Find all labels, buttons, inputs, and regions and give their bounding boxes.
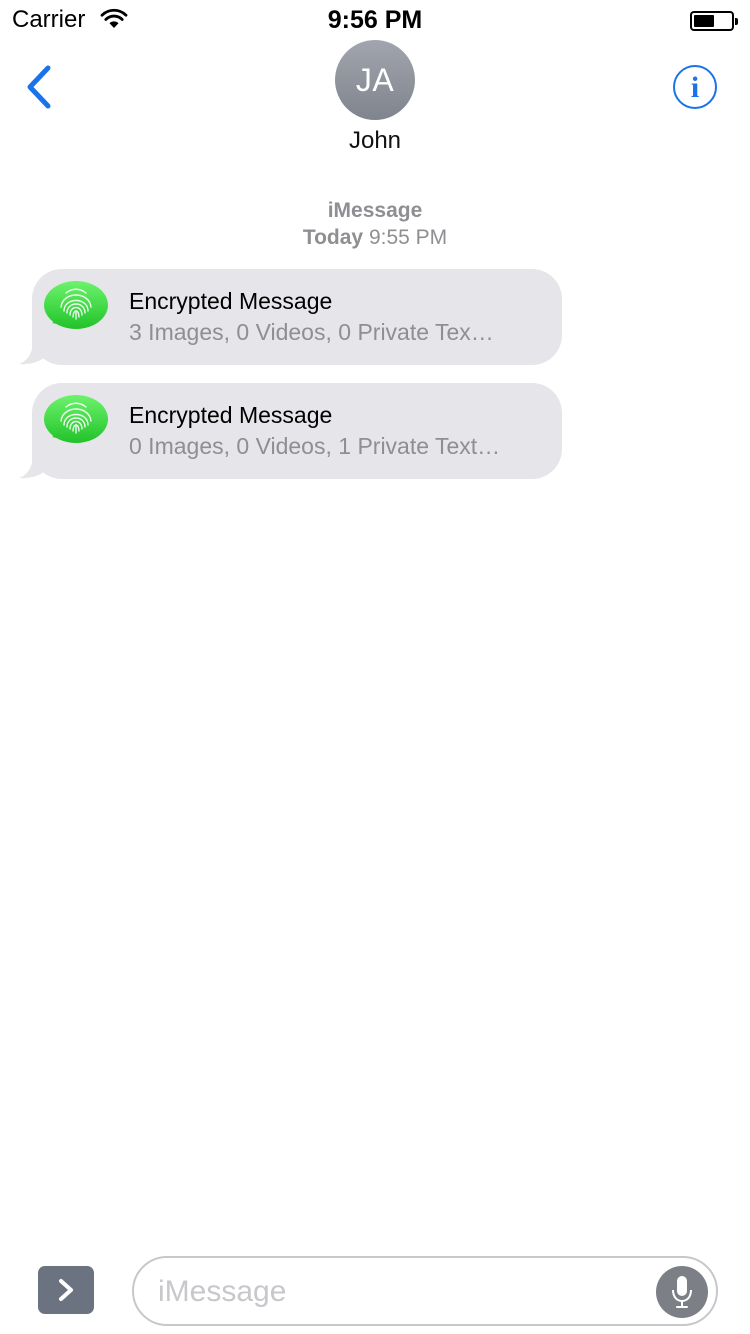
battery-fill [694, 15, 714, 27]
info-button[interactable]: i [673, 65, 717, 109]
fingerprint-app-icon [44, 281, 108, 329]
apps-button[interactable] [38, 1266, 94, 1314]
service-label: iMessage [327, 199, 423, 222]
message-input[interactable] [158, 1272, 648, 1312]
timestamp: Today 9:55 PM [0, 226, 750, 250]
message-caption: 0 Images, 0 Videos, 1 Private Text… [129, 433, 501, 459]
info-circle-icon: i [690, 71, 700, 104]
fingerprint-app-icon [44, 395, 108, 443]
message-title: Encrypted Message [129, 288, 333, 314]
avatar-initials: JA [355, 61, 395, 98]
dictation-button[interactable] [656, 1266, 708, 1318]
battery-icon [690, 11, 738, 31]
microphone-icon [672, 1276, 692, 1308]
back-button[interactable] [18, 60, 68, 114]
status-time: 9:56 PM [327, 6, 423, 34]
contact-name[interactable]: John [0, 127, 750, 155]
status-bar: Carrier 9:56 PM [0, 0, 750, 40]
encrypted-message-bubble[interactable]: Encrypted Message 3 Images, 0 Videos, 0 … [19, 269, 562, 365]
chevron-left-icon [27, 65, 51, 109]
battery-nub [735, 18, 738, 25]
day-label: Today [302, 226, 364, 249]
encrypted-message-bubble[interactable]: Encrypted Message 0 Images, 0 Videos, 1 … [19, 383, 562, 479]
message-title: Encrypted Message [129, 402, 333, 428]
contact-avatar[interactable]: JA [335, 40, 415, 120]
message-caption: 3 Images, 0 Videos, 0 Private Tex… [129, 319, 494, 345]
bubble-tail [19, 449, 59, 479]
bubble-tail [19, 335, 59, 365]
time-label: 9:55 PM [368, 226, 448, 249]
chevron-right-icon [59, 1279, 73, 1301]
message-input-box[interactable] [132, 1256, 718, 1326]
